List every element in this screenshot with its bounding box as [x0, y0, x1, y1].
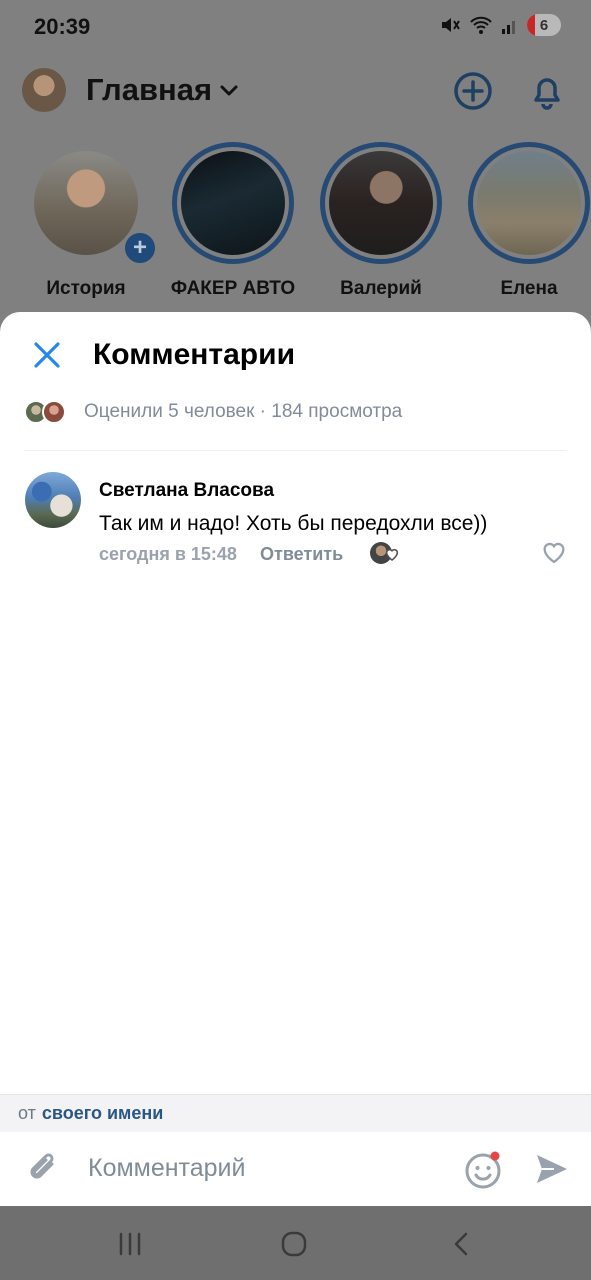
mute-icon: [442, 18, 460, 32]
story-ring: [320, 142, 442, 264]
likes-avatars: [24, 400, 80, 424]
story-item-faker-avto[interactable]: ФАКЕР АВТО: [163, 142, 303, 300]
recent-apps-icon[interactable]: [116, 1230, 144, 1258]
battery-icon: 6: [527, 14, 561, 36]
story-avatar: [34, 151, 138, 255]
sheet-title: Комментарии: [93, 338, 296, 371]
chevron-down-icon[interactable]: [218, 80, 240, 102]
story-label: Елена: [500, 278, 558, 299]
likes-summary[interactable]: Оценили 5 человек · 184 просмотра: [24, 398, 402, 426]
stories-row: + История ФАКЕР АВТО Валерий Елена: [0, 142, 591, 310]
comment-input[interactable]: [88, 1146, 448, 1190]
battery-level: 6: [539, 16, 549, 34]
comment-author-avatar[interactable]: [25, 472, 81, 528]
story-ring: [468, 142, 590, 264]
small-heart-icon: [385, 548, 399, 561]
signal-icon: [502, 21, 515, 34]
comment-item: Светлана Власова Так им и надо! Хоть бы …: [0, 468, 591, 578]
divider: [24, 450, 567, 451]
likes-text: Оценили 5 человек · 184 просмотра: [84, 401, 403, 422]
story-avatar: [181, 151, 285, 255]
app-header: Главная: [0, 62, 591, 122]
emoji-icon[interactable]: [464, 1150, 504, 1190]
comment-as-link[interactable]: своего имени: [42, 1103, 163, 1124]
background-app: 20:39 6 Главная + История ФАКЕР АВТО Вал…: [0, 0, 591, 330]
reply-button[interactable]: Ответить: [260, 544, 343, 565]
comment-as-prefix: от: [18, 1103, 36, 1123]
liker-avatar: [42, 400, 66, 424]
story-item-history[interactable]: + История: [16, 142, 158, 300]
comment-author-name[interactable]: Светлана Власова: [99, 480, 274, 502]
close-icon[interactable]: [30, 338, 64, 372]
comment-text: Так им и надо! Хоть бы передохли все)): [99, 512, 488, 535]
story-ring: [172, 142, 294, 264]
comment-as-bar: от своего имени: [0, 1094, 591, 1132]
status-icons: 6: [439, 14, 561, 36]
home-icon[interactable]: [280, 1230, 308, 1258]
comment-timestamp: сегодня в 15:48: [99, 544, 237, 564]
back-icon[interactable]: [448, 1230, 476, 1258]
story-avatar: [329, 151, 433, 255]
profile-avatar[interactable]: [22, 68, 66, 112]
author-liked-badge: [370, 542, 402, 566]
story-label: Валерий: [340, 278, 422, 299]
comments-sheet: Комментарии Оценили 5 человек · 184 прос…: [0, 312, 591, 1206]
page-title[interactable]: Главная: [86, 72, 212, 108]
story-item-valeriy[interactable]: Валерий: [311, 142, 451, 300]
story-label: История: [46, 278, 126, 299]
comment-input-bar: [0, 1132, 591, 1206]
plus-circle-icon[interactable]: [452, 70, 494, 112]
story-item-elena[interactable]: Елена: [459, 142, 591, 300]
add-story-icon[interactable]: +: [122, 230, 158, 266]
story-avatar: [477, 151, 581, 255]
send-icon[interactable]: [534, 1152, 570, 1186]
system-nav-bar: [0, 1206, 591, 1280]
status-time: 20:39: [34, 14, 91, 39]
story-label: ФАКЕР АВТО: [170, 278, 296, 299]
attach-icon[interactable]: [26, 1150, 62, 1188]
status-bar: 20:39 6: [0, 0, 591, 56]
heart-icon[interactable]: [540, 538, 568, 566]
wifi-icon: [470, 16, 492, 34]
bell-icon[interactable]: [526, 70, 568, 112]
